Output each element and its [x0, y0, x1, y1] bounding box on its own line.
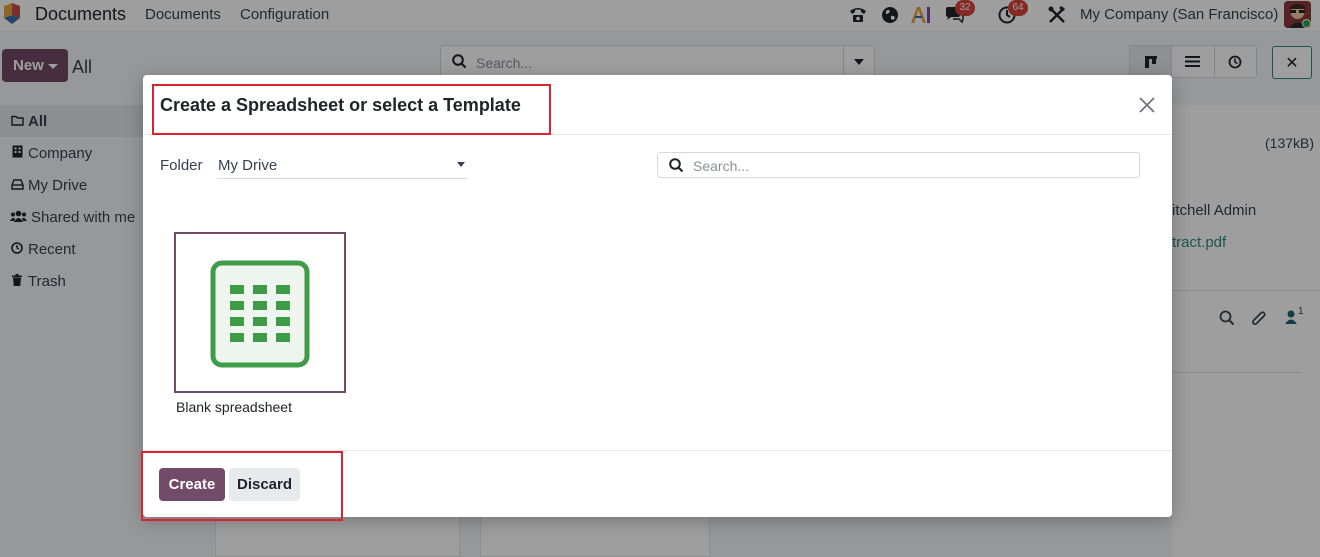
- folder-label: Folder: [160, 157, 203, 174]
- buttons-highlight-box: [141, 451, 343, 521]
- template-label: Blank spreadsheet: [176, 399, 292, 415]
- dialog-footer: Create Discard: [141, 450, 1172, 521]
- folder-value: My Drive: [218, 157, 278, 174]
- create-spreadsheet-dialog: Create a Spreadsheet or select a Templat…: [141, 75, 1172, 521]
- spreadsheet-icon: [210, 260, 310, 368]
- dialog-header: Create a Spreadsheet or select a Templat…: [143, 75, 1172, 135]
- template-blank-spreadsheet[interactable]: [174, 232, 346, 393]
- search-icon: [669, 158, 684, 173]
- template-search-placeholder: Search...: [693, 158, 750, 174]
- template-search-input[interactable]: Search...: [657, 152, 1140, 178]
- title-highlight-box: [152, 84, 551, 135]
- folder-select[interactable]: My Drive: [217, 153, 467, 179]
- close-icon[interactable]: [1137, 95, 1157, 115]
- caret-down-icon: [457, 162, 465, 167]
